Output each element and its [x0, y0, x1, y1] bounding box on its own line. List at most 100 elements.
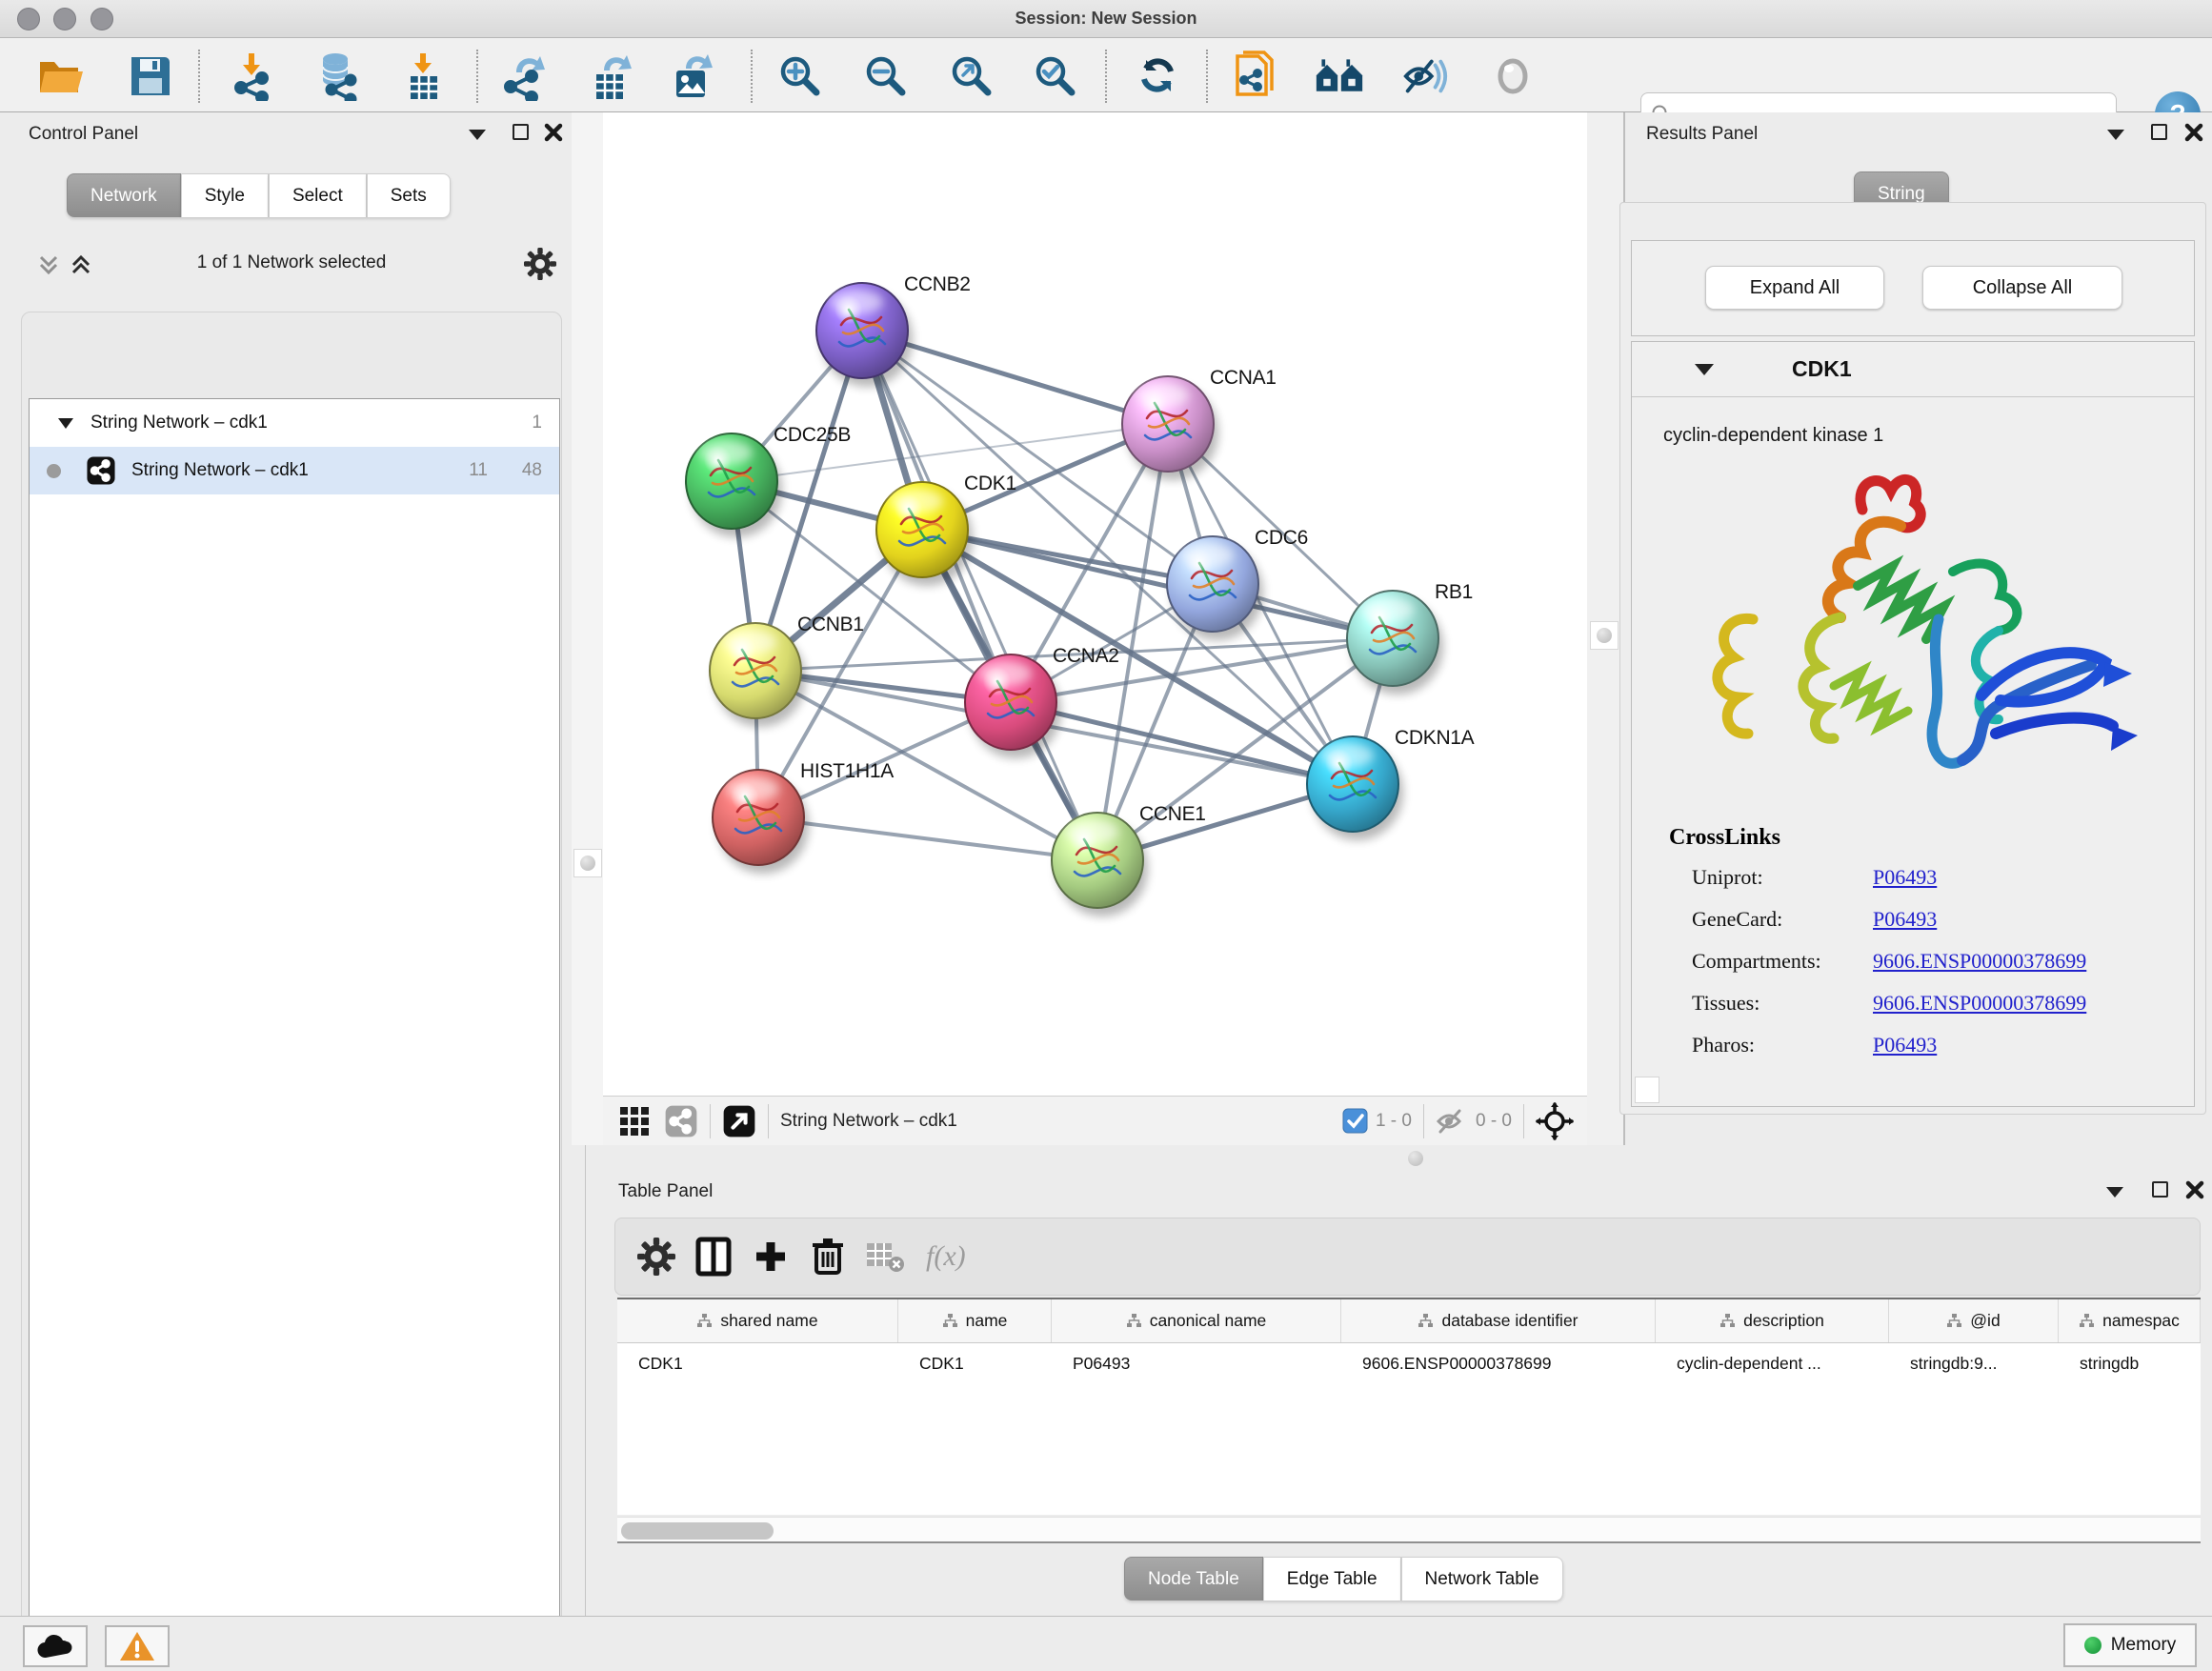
crosslink-link[interactable]: 9606.ENSP00000378699: [1873, 991, 2086, 1016]
network-edge-HIST1H1A-CCNE1[interactable]: [758, 817, 1097, 860]
collapse-all-button[interactable]: Collapse All: [1922, 266, 2122, 310]
network-node-CCNB2[interactable]: CCNB2: [816, 273, 971, 387]
network-node-CDK1[interactable]: CDK1: [876, 473, 1016, 586]
column-header-name[interactable]: name: [898, 1299, 1052, 1342]
node-count: 11: [469, 460, 488, 481]
network-collection-row[interactable]: String Network – cdk1 1: [30, 399, 559, 447]
table-panel-float-icon[interactable]: [2106, 1187, 2123, 1198]
control-panel-close-icon[interactable]: [543, 122, 564, 143]
tab-network-table[interactable]: Network Table: [1401, 1557, 1563, 1601]
left-splitter[interactable]: [572, 112, 603, 1145]
refresh-layout-button[interactable]: [1134, 51, 1183, 101]
zoom-fit-button[interactable]: [947, 51, 996, 101]
horizontal-splitter[interactable]: [603, 1145, 2212, 1172]
memory-button[interactable]: Memory: [2063, 1623, 2197, 1667]
table-cell[interactable]: P06493: [1052, 1343, 1341, 1383]
network-edge-CCNA2-CDKN1A[interactable]: [1011, 702, 1353, 784]
tab-node-table[interactable]: Node Table: [1124, 1557, 1263, 1601]
network-node-RB1[interactable]: RB1: [1347, 581, 1473, 695]
table-cell[interactable]: 9606.ENSP00000378699: [1341, 1343, 1656, 1383]
hidden-eye-icon[interactable]: [1436, 1108, 1468, 1135]
table-cell[interactable]: stringdb:9...: [1889, 1343, 2059, 1383]
cloud-button[interactable]: [23, 1625, 88, 1667]
crosslink-link[interactable]: 9606.ENSP00000378699: [1873, 949, 2086, 974]
expand-all-button[interactable]: Expand All: [1705, 266, 1884, 310]
control-panel-float-icon[interactable]: [469, 130, 486, 140]
column-header-database-identifier[interactable]: database identifier: [1341, 1299, 1656, 1342]
table-cell[interactable]: cyclin-dependent ...: [1656, 1343, 1889, 1383]
left-splitter-handle[interactable]: [573, 849, 602, 877]
cdk1-section-header[interactable]: CDK1: [1632, 342, 2194, 397]
export-image-button[interactable]: [669, 51, 718, 101]
network-node-CDKN1A[interactable]: CDKN1A: [1307, 727, 1475, 840]
node-label-CCNB2: CCNB2: [904, 273, 971, 295]
results-panel-maximize-icon[interactable]: [2151, 124, 2167, 140]
column-header-description[interactable]: description: [1656, 1299, 1889, 1342]
table-cell[interactable]: CDK1: [898, 1343, 1052, 1383]
table-panel-maximize-icon[interactable]: [2152, 1181, 2168, 1198]
table-settings-button[interactable]: [634, 1235, 678, 1278]
eye-wave-button[interactable]: [1400, 51, 1450, 101]
warning-button[interactable]: [105, 1625, 170, 1667]
table-hscroll-thumb[interactable]: [621, 1522, 774, 1540]
crosslink-link[interactable]: P06493: [1873, 1033, 1937, 1057]
control-panel-maximize-icon[interactable]: [513, 124, 529, 140]
column-header-shared-name[interactable]: shared name: [617, 1299, 898, 1342]
results-panel-close-icon[interactable]: [2183, 122, 2204, 143]
network-node-CDC6[interactable]: CDC6: [1167, 527, 1308, 640]
delete-table-button[interactable]: [863, 1235, 907, 1278]
export-network-button[interactable]: [503, 51, 553, 101]
column-header-canonical-name[interactable]: canonical name: [1052, 1299, 1341, 1342]
table-cell[interactable]: CDK1: [617, 1343, 898, 1383]
share-view-icon[interactable]: [664, 1104, 698, 1138]
horizontal-splitter-handle[interactable]: [1408, 1151, 1423, 1166]
network-options-gear-icon[interactable]: [524, 248, 556, 280]
houses-button[interactable]: [1315, 51, 1364, 101]
crosslink-link[interactable]: P06493: [1873, 865, 1937, 890]
zoom-selected-button[interactable]: [1031, 51, 1080, 101]
network-graph[interactable]: CCNB2CCNA1CDC25BCDK1CDC6RB1CCNB1CCNA2CDK…: [603, 112, 1587, 1096]
grid-view-icon[interactable]: [618, 1105, 651, 1137]
network-row-selected[interactable]: String Network – cdk1 11 48: [30, 447, 559, 494]
tree-expander-icon[interactable]: [58, 418, 73, 429]
delete-column-button[interactable]: [806, 1235, 850, 1278]
network-share-badge-icon: [86, 455, 116, 486]
table-cell[interactable]: stringdb: [2059, 1343, 2201, 1383]
column-header-namespac[interactable]: namespac: [2059, 1299, 2201, 1342]
column-header-@id[interactable]: @id: [1889, 1299, 2059, 1342]
zoom-out-button[interactable]: [861, 51, 911, 101]
tab-select[interactable]: Select: [269, 173, 367, 217]
network-node-HIST1H1A[interactable]: HIST1H1A: [713, 760, 894, 874]
tab-style[interactable]: Style: [181, 173, 269, 217]
network-canvas[interactable]: CCNB2CCNA1CDC25BCDK1CDC6RB1CCNB1CCNA2CDK…: [603, 112, 1587, 1096]
import-table-button[interactable]: [398, 51, 448, 101]
show-columns-button[interactable]: [692, 1235, 735, 1278]
network-node-CCNE1[interactable]: CCNE1: [1052, 803, 1206, 916]
create-column-button[interactable]: [749, 1235, 793, 1278]
network-edge-CCNB2-CCNE1[interactable]: [862, 331, 1097, 860]
tab-edge-table[interactable]: Edge Table: [1263, 1557, 1401, 1601]
table-row[interactable]: CDK1CDK1P064939606.ENSP00000378699cyclin…: [617, 1343, 2201, 1383]
network-node-CCNA2[interactable]: CCNA2: [965, 645, 1119, 758]
section-collapse-icon[interactable]: [1695, 364, 1714, 375]
results-panel-float-icon[interactable]: [2107, 130, 2124, 140]
network-from-selection-button[interactable]: [1231, 51, 1280, 101]
save-session-button[interactable]: [126, 51, 175, 101]
tab-sets[interactable]: Sets: [367, 173, 451, 217]
tab-network[interactable]: Network: [67, 173, 181, 217]
right-splitter-handle[interactable]: [1590, 621, 1619, 650]
table-panel-close-icon[interactable]: [2184, 1179, 2205, 1200]
network-node-CCNA1[interactable]: CCNA1: [1122, 367, 1277, 480]
zoom-in-button[interactable]: [775, 51, 825, 101]
table-hscrollbar[interactable]: [617, 1517, 2201, 1543]
birdseye-crosshair-icon[interactable]: [1536, 1102, 1574, 1140]
gray-eye-button[interactable]: [1488, 51, 1538, 101]
export-table-button[interactable]: [589, 51, 638, 101]
open-session-button[interactable]: [36, 51, 86, 101]
import-network-file-button[interactable]: [229, 51, 278, 101]
import-network-database-button[interactable]: [312, 51, 362, 101]
crosslink-link[interactable]: P06493: [1873, 907, 1937, 932]
selected-checkbox-icon[interactable]: [1342, 1108, 1368, 1134]
open-in-new-icon[interactable]: [722, 1104, 756, 1138]
function-builder-button[interactable]: f(x): [926, 1240, 966, 1273]
